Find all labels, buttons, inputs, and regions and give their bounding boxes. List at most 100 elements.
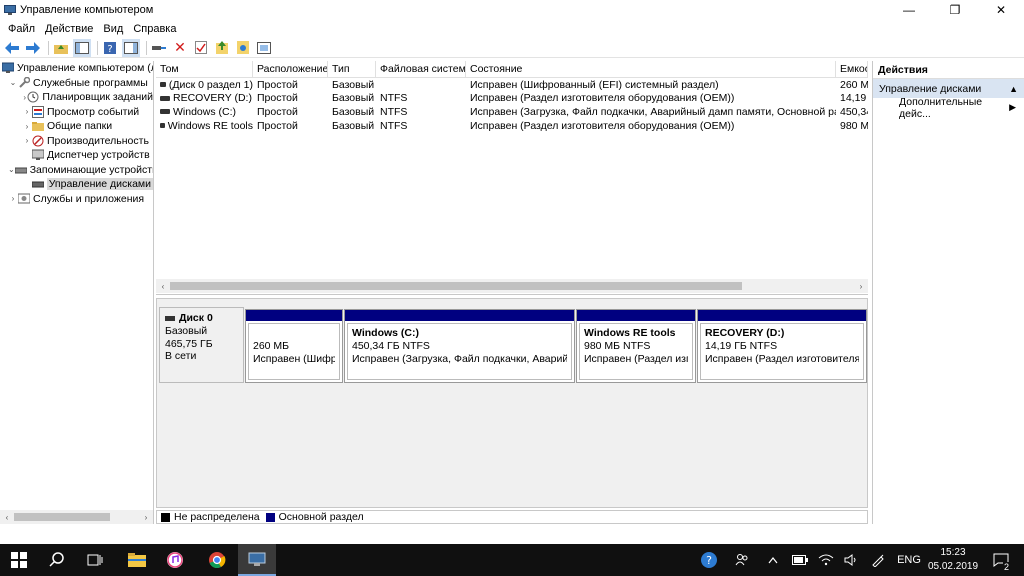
up-folder-icon[interactable] xyxy=(52,39,70,57)
delete-icon[interactable]: ✕ xyxy=(171,39,189,57)
capacity-cell: 450,34 xyxy=(840,105,868,118)
type-cell: Базовый xyxy=(332,105,375,118)
tree-item-disk-management[interactable]: Управление дисками xyxy=(0,177,153,192)
volume-icon xyxy=(160,82,166,88)
scroll-right-icon[interactable]: › xyxy=(139,510,153,524)
connect-icon[interactable] xyxy=(150,39,168,57)
language-indicator[interactable]: ENG xyxy=(894,544,924,576)
expand-arrow-icon[interactable]: › xyxy=(22,136,32,145)
tree-item-task-scheduler[interactable]: › Планировщик заданий xyxy=(0,90,153,105)
legend-swatch-primary xyxy=(265,512,275,522)
tree-item-device-manager[interactable]: Диспетчер устройств xyxy=(0,148,153,163)
expand-arrow-icon[interactable]: › xyxy=(22,122,32,131)
battery-icon[interactable] xyxy=(790,544,810,576)
scrollbar-thumb[interactable] xyxy=(14,513,110,521)
task-view-icon[interactable] xyxy=(76,544,114,576)
table-row[interactable]: Windows (C:) Простой Базовый NTFS Исправ… xyxy=(156,105,868,119)
menu-help[interactable]: Справка xyxy=(128,23,181,35)
tree-item-storage[interactable]: ⌄ Запоминающие устройств xyxy=(0,163,153,178)
tree-item-system-tools[interactable]: ⌄ Служебные программы xyxy=(0,76,153,91)
table-row[interactable]: Windows RE tools Простой Базовый NTFS Ис… xyxy=(156,119,868,133)
tree-item-shared-folders[interactable]: › Общие папки xyxy=(0,119,153,134)
tree-item-services[interactable]: › Службы и приложения xyxy=(0,192,153,207)
partition-windows-re-tools[interactable]: Windows RE tools 980 МБ NTFS Исправен (Р… xyxy=(576,309,696,383)
scrollbar-thumb[interactable] xyxy=(170,282,742,290)
column-header-type[interactable]: Тип xyxy=(328,61,376,77)
notification-center-icon[interactable]: 2 xyxy=(986,544,1016,576)
volume-name-cell: RECOVERY (D:) xyxy=(156,92,253,106)
column-header-capacity[interactable]: Емкос xyxy=(836,61,868,77)
volume-list-horizontal-scrollbar[interactable]: ‹ › xyxy=(156,279,868,293)
people-icon[interactable] xyxy=(732,544,752,576)
search-icon[interactable] xyxy=(38,544,76,576)
expand-arrow-icon[interactable]: › xyxy=(22,107,32,116)
collapse-arrow-icon[interactable]: ⌄ xyxy=(8,78,18,87)
pen-workspace-icon[interactable] xyxy=(868,544,888,576)
system-clock[interactable]: 15:23 05.02.2019 xyxy=(924,546,982,574)
close-button[interactable]: ✕ xyxy=(978,0,1024,20)
status-cell: Исправен (Раздел изготовителя оборудован… xyxy=(470,92,735,105)
tree-item-performance[interactable]: › Производительность xyxy=(0,134,153,149)
action-pane-icon[interactable] xyxy=(122,38,140,57)
help-icon[interactable]: ? xyxy=(101,39,119,57)
check-icon[interactable] xyxy=(192,39,210,57)
scroll-left-icon[interactable]: ‹ xyxy=(156,279,170,293)
list-view-icon[interactable] xyxy=(255,39,273,57)
scroll-left-icon[interactable]: ‹ xyxy=(0,510,14,524)
volume-name: Windows RE tools xyxy=(167,119,253,132)
volume-icon xyxy=(160,95,170,101)
column-header-status[interactable]: Состояние xyxy=(466,61,836,77)
computer-management-taskbar-button[interactable] xyxy=(238,544,276,576)
table-row[interactable]: RECOVERY (D:) Простой Базовый NTFS Испра… xyxy=(156,92,868,106)
export-icon[interactable] xyxy=(213,39,231,57)
show-hidden-icons-icon[interactable] xyxy=(764,544,782,576)
table-row[interactable]: (Диск 0 раздел 1) Простой Базовый Исправ… xyxy=(156,78,868,92)
column-header-layout[interactable]: Расположение xyxy=(253,61,328,77)
disk-label[interactable]: Диск 0 Базовый 465,75 ГБ В сети xyxy=(159,307,244,383)
partition-body: Windows (C:) 450,34 ГБ NTFS Исправен (За… xyxy=(347,323,572,380)
show-hide-tree-icon[interactable] xyxy=(73,38,91,57)
back-icon[interactable] xyxy=(3,39,21,57)
forward-icon[interactable] xyxy=(24,39,42,57)
status-cell: Исправен (Загрузка, Файл подкачки, Авари… xyxy=(470,105,836,118)
minimize-button[interactable]: — xyxy=(886,0,932,20)
svg-text:?: ? xyxy=(107,44,112,54)
tree-item-label: Просмотр событий xyxy=(47,105,140,118)
menu-file[interactable]: Файл xyxy=(3,23,40,35)
menu-view[interactable]: Вид xyxy=(98,23,128,35)
scroll-right-icon[interactable]: › xyxy=(854,279,868,293)
notification-count: 2 xyxy=(1002,562,1010,572)
tree-item-label: Общие папки xyxy=(47,120,113,133)
tree-item-label: Производительность xyxy=(47,134,149,147)
maximize-button[interactable]: ❐ xyxy=(932,0,978,20)
device-manager-icon xyxy=(32,149,44,161)
tree-horizontal-scrollbar[interactable]: ‹ › xyxy=(0,510,153,524)
collapse-up-icon[interactable]: ▲ xyxy=(1009,84,1018,94)
collapse-arrow-icon[interactable]: ⌄ xyxy=(8,165,15,174)
properties-icon[interactable] xyxy=(234,39,252,57)
itunes-icon[interactable] xyxy=(156,544,194,576)
wifi-icon[interactable] xyxy=(816,544,836,576)
disk-management-icon xyxy=(31,178,44,190)
volume-name: (Диск 0 раздел 1) xyxy=(168,78,253,91)
actions-more-actions[interactable]: Дополнительные дейс... ▶ xyxy=(873,96,1024,120)
capacity-cell: 14,19 Г xyxy=(840,92,868,105)
type-cell: Базовый xyxy=(332,92,375,105)
tree-item-root[interactable]: Управление компьютером (лс xyxy=(0,61,153,76)
menu-action[interactable]: Действие xyxy=(40,23,98,35)
column-header-file-system[interactable]: Файловая система xyxy=(376,61,466,77)
partition-windows-c[interactable]: Windows (C:) 450,34 ГБ NTFS Исправен (За… xyxy=(344,309,575,383)
start-button[interactable] xyxy=(0,544,38,576)
partition-recovery-d[interactable]: RECOVERY (D:) 14,19 ГБ NTFS Исправен (Ра… xyxy=(697,309,867,383)
expand-arrow-icon[interactable]: › xyxy=(8,194,18,203)
tree-item-event-viewer[interactable]: › Просмотр событий xyxy=(0,105,153,120)
volume-icon[interactable] xyxy=(842,544,862,576)
submenu-arrow-icon: ▶ xyxy=(1009,102,1016,112)
clock-icon xyxy=(27,91,39,103)
help-tray-icon[interactable]: ? xyxy=(698,544,720,576)
partition-efi[interactable]: 260 МБ Исправен (Шифров xyxy=(245,309,343,383)
column-header-volume[interactable]: Том xyxy=(156,61,253,77)
clock-date: 05.02.2019 xyxy=(927,561,979,572)
chrome-icon[interactable] xyxy=(198,544,236,576)
file-explorer-icon[interactable] xyxy=(118,544,156,576)
